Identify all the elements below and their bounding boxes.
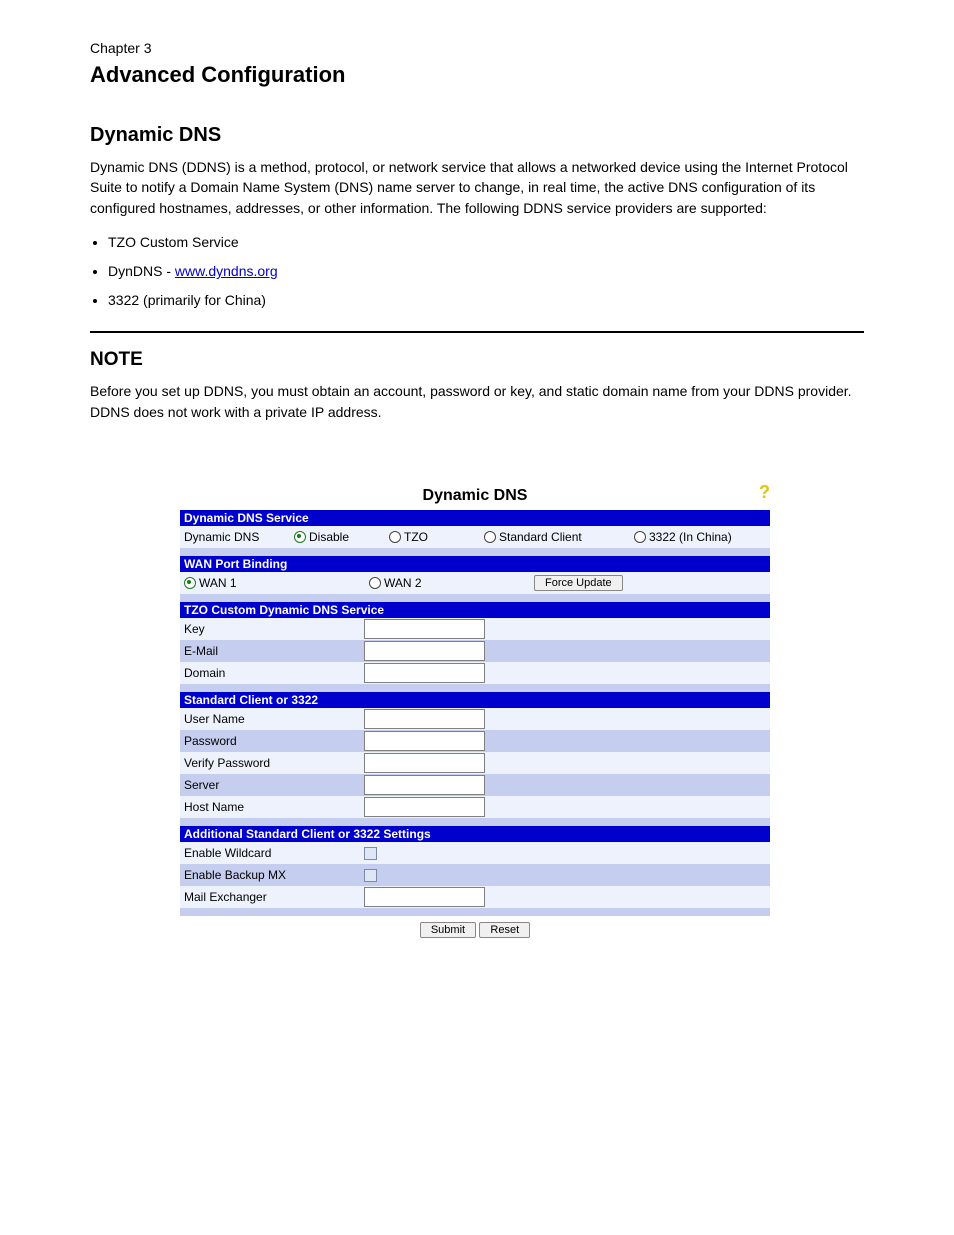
radio-icon xyxy=(184,577,196,589)
radio-icon xyxy=(634,531,646,543)
ddns-service-label: Dynamic DNS xyxy=(184,530,259,544)
key-input[interactable] xyxy=(364,619,485,639)
radio-icon xyxy=(369,577,381,589)
password-label: Password xyxy=(184,734,364,748)
note-label: NOTE xyxy=(90,349,864,371)
option-label: Disable xyxy=(309,530,349,544)
option-label: 3322 (In China) xyxy=(649,530,732,544)
domain-label: Domain xyxy=(184,666,364,680)
intro-paragraph: Dynamic DNS (DDNS) is a method, protocol… xyxy=(90,157,864,218)
dyndns-link[interactable]: www.dyndns.org xyxy=(175,263,278,279)
wan2-option[interactable]: WAN 2 xyxy=(369,575,534,591)
wan1-option[interactable]: WAN 1 xyxy=(184,575,369,591)
section-header-additional: Additional Standard Client or 3322 Setti… xyxy=(180,826,770,842)
help-icon[interactable]: ? xyxy=(759,482,770,503)
wildcard-label: Enable Wildcard xyxy=(184,846,364,860)
radio-icon xyxy=(389,531,401,543)
password-input[interactable] xyxy=(364,731,485,751)
backupmx-label: Enable Backup MX xyxy=(184,868,364,882)
list-item: DynDNS - www.dyndns.org xyxy=(108,259,864,284)
username-label: User Name xyxy=(184,712,364,726)
domain-input[interactable] xyxy=(364,663,485,683)
ddns-disable-option[interactable]: Disable xyxy=(294,530,389,544)
server-input[interactable] xyxy=(364,775,485,795)
hostname-label: Host Name xyxy=(184,800,364,814)
ddns-3322-option[interactable]: 3322 (In China) xyxy=(634,530,732,544)
submit-button[interactable]: Submit xyxy=(420,922,476,938)
ddns-config-panel: Dynamic DNS ? Dynamic DNS Service Dynami… xyxy=(180,482,770,944)
list-item: TZO Custom Service xyxy=(108,230,864,255)
key-label: Key xyxy=(184,622,364,636)
radio-icon xyxy=(484,531,496,543)
section-title: Dynamic DNS xyxy=(90,124,864,147)
section-header-ddns-service: Dynamic DNS Service xyxy=(180,510,770,526)
hostname-input[interactable] xyxy=(364,797,485,817)
section-header-wan-binding: WAN Port Binding xyxy=(180,556,770,572)
username-input[interactable] xyxy=(364,709,485,729)
verify-password-input[interactable] xyxy=(364,753,485,773)
server-label: Server xyxy=(184,778,364,792)
ddns-service-row: Dynamic DNS Disable TZO Standard Client … xyxy=(180,526,770,548)
option-label: TZO xyxy=(404,530,428,544)
divider xyxy=(90,331,864,333)
ddns-standard-option[interactable]: Standard Client xyxy=(484,530,634,544)
option-label: WAN 2 xyxy=(384,576,422,590)
note-body: Before you set up DDNS, you must obtain … xyxy=(90,381,864,422)
reset-button[interactable]: Reset xyxy=(479,922,530,938)
email-input[interactable] xyxy=(364,641,485,661)
wan-binding-row: WAN 1 WAN 2 Force Update xyxy=(180,572,770,594)
wildcard-checkbox[interactable] xyxy=(364,847,377,860)
chapter-title: Advanced Configuration xyxy=(90,62,864,88)
section-header-standard: Standard Client or 3322 xyxy=(180,692,770,708)
email-label: E-Mail xyxy=(184,644,364,658)
option-label: WAN 1 xyxy=(199,576,237,590)
ddns-tzo-option[interactable]: TZO xyxy=(389,530,484,544)
list-item: 3322 (primarily for China) xyxy=(108,288,864,313)
panel-title: Dynamic DNS xyxy=(423,487,528,505)
backupmx-checkbox[interactable] xyxy=(364,869,377,882)
section-header-tzo: TZO Custom Dynamic DNS Service xyxy=(180,602,770,618)
chapter-label: Chapter 3 xyxy=(90,40,864,56)
mailexchanger-input[interactable] xyxy=(364,887,485,907)
provider-list: TZO Custom Service DynDNS - www.dyndns.o… xyxy=(108,230,864,314)
list-item-prefix: DynDNS - xyxy=(108,263,175,279)
mailexchanger-label: Mail Exchanger xyxy=(184,890,364,904)
force-update-button[interactable]: Force Update xyxy=(534,575,623,591)
radio-icon xyxy=(294,531,306,543)
verify-password-label: Verify Password xyxy=(184,756,364,770)
option-label: Standard Client xyxy=(499,530,582,544)
